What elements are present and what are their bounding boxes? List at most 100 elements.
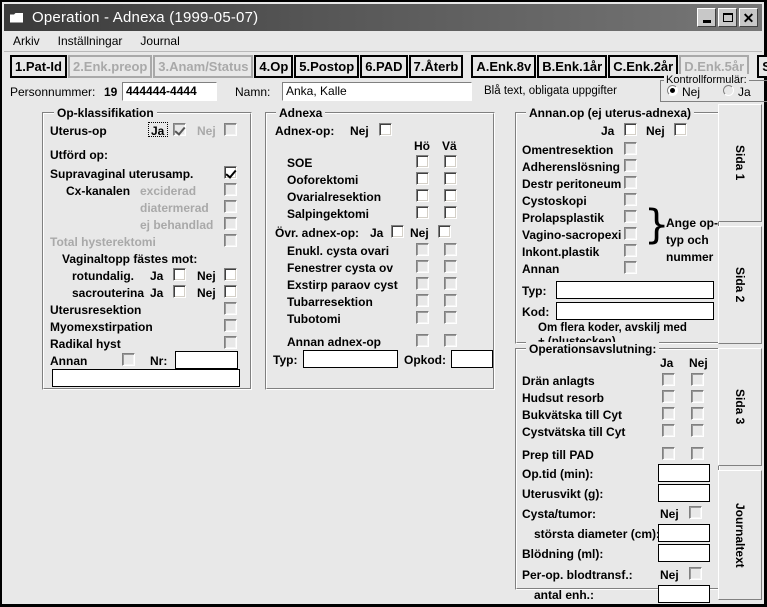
annan-op-annan-checkbox[interactable] (624, 261, 637, 274)
enukl-cysta-ovari-va-checkbox[interactable] (444, 243, 457, 256)
annan-op-header-ja-checkbox[interactable] (624, 123, 637, 136)
side-tab-journaltext[interactable]: Journaltext (718, 470, 762, 600)
ej-behandlad-checkbox[interactable] (224, 217, 237, 230)
enukl-cysta-ovari-ho-checkbox[interactable] (416, 243, 429, 256)
inkont-plastik-checkbox[interactable] (624, 244, 637, 257)
bukvatska-till-cyt-nej-checkbox[interactable] (691, 407, 704, 420)
storsta-diameter-input[interactable] (658, 524, 710, 542)
tab-5-postop[interactable]: 5.Postop (294, 55, 360, 78)
adherenslosning-checkbox[interactable] (624, 159, 637, 172)
minimize-button[interactable] (697, 8, 716, 27)
diatermerad-checkbox[interactable] (224, 200, 237, 213)
exstirp-paraov-cyst-va-checkbox[interactable] (444, 277, 457, 290)
annan-checkbox[interactable] (122, 353, 135, 366)
side-tab-sida-2[interactable]: Sida 2 (718, 226, 762, 344)
prep-till-pad-ja-checkbox[interactable] (662, 447, 675, 460)
application-window: Operation - Adnexa (1999-05-07) ✕ Arkiv … (0, 0, 767, 607)
adnex-op-nej-checkbox[interactable] (379, 123, 392, 136)
menu-item-installningar[interactable]: Inställningar (49, 34, 132, 48)
maximize-button[interactable] (718, 8, 737, 27)
side-tab-sida-3[interactable]: Sida 3 (718, 348, 762, 466)
side-tab-journaltext-label: Journaltext (733, 502, 747, 568)
antal-enh-input[interactable] (658, 585, 710, 603)
tab-6-pad[interactable]: 6.PAD (360, 55, 408, 78)
myomexstirpation-label: Myomexstirpation (50, 320, 153, 334)
uterusvikt-input[interactable] (658, 484, 710, 502)
ooforektomi-ho-checkbox[interactable] (416, 172, 429, 185)
rotundalig-ja-checkbox[interactable] (173, 268, 186, 281)
uterus-op-nej-checkbox[interactable] (224, 123, 237, 136)
destr-peritoneum-checkbox[interactable] (624, 176, 637, 189)
prep-till-pad-nej-checkbox[interactable] (691, 447, 704, 460)
adnex-op-label: Adnex-op: (275, 124, 335, 138)
annan-op-header-nej-checkbox[interactable] (674, 123, 687, 136)
adnexa-opkod-input[interactable] (451, 350, 493, 368)
rotundalig-nej-checkbox[interactable] (224, 268, 237, 281)
hudsut-resorb-ja-checkbox[interactable] (662, 390, 675, 403)
tab-a-enk-8v[interactable]: A.Enk.8v (471, 55, 537, 78)
bukvatska-till-cyt-ja-checkbox[interactable] (662, 407, 675, 420)
kontrollformular-radio-ja[interactable] (723, 85, 734, 96)
uterusresektion-checkbox[interactable] (224, 302, 237, 315)
tab-b-enk-1ar[interactable]: B.Enk.1år (537, 55, 608, 78)
tubarresektion-ho-checkbox[interactable] (416, 294, 429, 307)
radikal-hyst-checkbox[interactable] (224, 336, 237, 349)
annan-adnex-op-ho-checkbox[interactable] (416, 334, 429, 347)
cysta-tumor-nej-checkbox[interactable] (689, 506, 702, 519)
vaginaltopp-label: Vaginaltopp fästes mot: (62, 252, 198, 266)
op-klassifikation-free-text-input[interactable] (52, 369, 240, 387)
total-hysterektomi-checkbox[interactable] (224, 234, 237, 247)
exstirp-paraov-cyst-ho-checkbox[interactable] (416, 277, 429, 290)
close-button[interactable]: ✕ (739, 8, 758, 27)
salpingektomi-va-checkbox[interactable] (444, 206, 457, 219)
tab-7-aterb[interactable]: 7.Återb (408, 55, 464, 78)
soe-va-checkbox[interactable] (444, 155, 457, 168)
menu-item-journal[interactable]: Journal (131, 34, 188, 48)
side-tab-sida-1[interactable]: Sida 1 (718, 104, 762, 222)
kontrollformular-radio-nej[interactable] (667, 85, 678, 96)
ovr-adnex-ja-checkbox[interactable] (391, 225, 404, 238)
omentresektion-checkbox[interactable] (624, 142, 637, 155)
personnummer-input[interactable]: 444444-4444 (122, 82, 217, 101)
tubotomi-label: Tubotomi (287, 312, 341, 326)
namn-input[interactable]: Anka, Kalle (282, 82, 472, 101)
soe-ho-checkbox[interactable] (416, 155, 429, 168)
nr-input[interactable] (175, 351, 238, 369)
menu-item-arkiv[interactable]: Arkiv (4, 34, 49, 48)
myomexstirpation-checkbox[interactable] (224, 319, 237, 332)
exciderad-checkbox[interactable] (224, 183, 237, 196)
cystvatska-till-cyt-nej-checkbox[interactable] (691, 424, 704, 437)
save-button[interactable]: Spara (757, 55, 767, 78)
dran-anlagts-nej-checkbox[interactable] (691, 373, 704, 386)
uterus-op-ja-checkbox[interactable] (173, 123, 186, 136)
op-tid-input[interactable] (658, 464, 710, 482)
sacrouterina-ja-checkbox[interactable] (173, 285, 186, 298)
cystoskopi-checkbox[interactable] (624, 193, 637, 206)
supravaginal-checkbox[interactable] (224, 166, 237, 179)
tubotomi-ho-checkbox[interactable] (416, 311, 429, 324)
ooforektomi-va-checkbox[interactable] (444, 172, 457, 185)
prolapsplastik-checkbox[interactable] (624, 210, 637, 223)
tab-4-op[interactable]: 4.Op (254, 55, 294, 78)
cystvatska-till-cyt-ja-checkbox[interactable] (662, 424, 675, 437)
annan-op-kod-input[interactable] (556, 302, 714, 320)
per-op-blodtransf-nej-checkbox[interactable] (689, 567, 702, 580)
tab-1-pat-id[interactable]: 1.Pat-Id (10, 55, 67, 78)
annan-adnex-op-va-checkbox[interactable] (444, 334, 457, 347)
fenestrer-cysta-ov-ho-checkbox[interactable] (416, 260, 429, 273)
blodning-input[interactable] (658, 544, 710, 562)
ovr-adnex-nej-checkbox[interactable] (438, 225, 451, 238)
sacrouterina-nej-checkbox[interactable] (224, 285, 237, 298)
adnexa-typ-input[interactable] (303, 350, 398, 368)
ovarialresektion-va-checkbox[interactable] (444, 189, 457, 202)
fenestrer-cysta-ov-va-checkbox[interactable] (444, 260, 457, 273)
salpingektomi-ho-checkbox[interactable] (416, 206, 429, 219)
vagino-sacropexi-checkbox[interactable] (624, 227, 637, 240)
tubarresektion-va-checkbox[interactable] (444, 294, 457, 307)
annan-op-typ-input[interactable] (556, 281, 714, 299)
ovarialresektion-ho-checkbox[interactable] (416, 189, 429, 202)
tubotomi-va-checkbox[interactable] (444, 311, 457, 324)
dran-anlagts-ja-checkbox[interactable] (662, 373, 675, 386)
hudsut-resorb-nej-checkbox[interactable] (691, 390, 704, 403)
vagino-sacropexi-label: Vagino-sacropexi (522, 228, 622, 242)
